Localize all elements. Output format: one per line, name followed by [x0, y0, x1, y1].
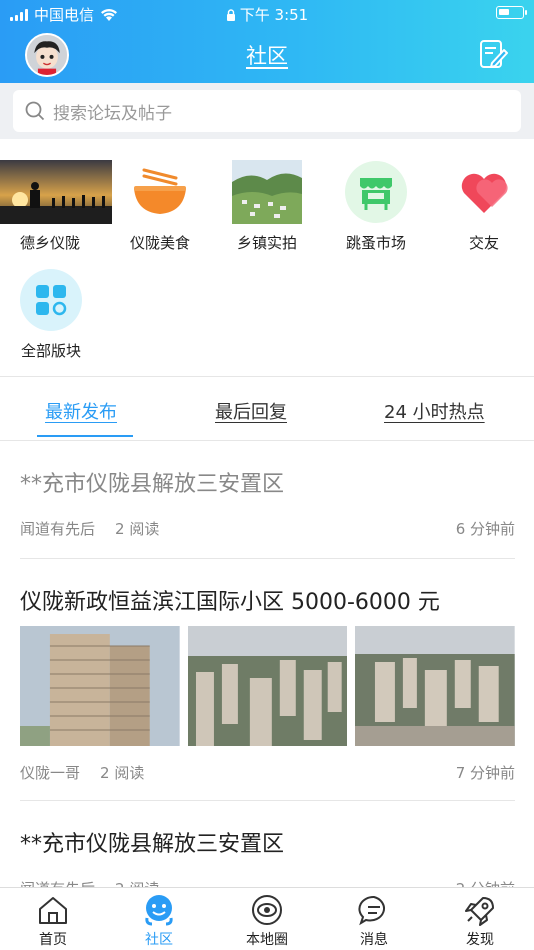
feed-tabs: 最新发布 最后回复 24 小时热点 — [0, 378, 534, 440]
category-label: 德乡仪陇 — [20, 234, 81, 252]
search-input[interactable]: 搜索论坛及帖子 — [13, 90, 521, 132]
category-towns[interactable]: 乡镇实拍 — [212, 160, 322, 253]
post-author: 闻道有先后 — [20, 520, 96, 538]
lock-icon — [226, 9, 235, 21]
post-reads: 2 阅读 — [100, 764, 145, 782]
category-food[interactable]: 仪陇美食 — [105, 160, 215, 253]
category-dexiang[interactable]: 德乡仪陇 — [0, 160, 112, 253]
hearts-icon — [449, 160, 519, 224]
search-area: 搜索论坛及帖子 — [0, 83, 534, 139]
grid-apps-icon — [16, 268, 86, 332]
post-item[interactable]: **充市仪陇县解放三安置区 闻道有先后2 阅读 2 分钟前 — [20, 826, 515, 898]
divider — [20, 558, 515, 559]
top-header: 中国电信 下午 3:51 社区 — [0, 0, 534, 83]
tab-discover[interactable]: 发现 — [440, 894, 520, 949]
post-time: 6 分钟前 — [455, 520, 515, 538]
category-dating[interactable]: 交友 — [429, 160, 534, 253]
tab-label: 发现 — [466, 932, 494, 948]
category-flea-market[interactable]: 跳蚤市场 — [321, 160, 431, 253]
market-stall-icon — [341, 160, 411, 224]
category-label: 全部版块 — [20, 342, 81, 360]
tab-24h-hot[interactable]: 24 小时热点 — [384, 398, 485, 424]
tab-label: 首页 — [39, 932, 67, 948]
post-image-aerial-1[interactable] — [187, 626, 348, 746]
status-bar: 中国电信 下午 3:51 — [0, 0, 534, 28]
post-reads: 2 阅读 — [115, 520, 160, 538]
divider — [20, 800, 515, 801]
tab-community[interactable]: 社区 — [119, 894, 199, 949]
battery-icon — [496, 6, 527, 19]
category-label: 跳蚤市场 — [345, 234, 406, 252]
clock-label: 下午 3:51 — [239, 6, 309, 24]
category-label: 交友 — [468, 234, 499, 252]
category-label: 乡镇实拍 — [236, 234, 297, 252]
community-icon — [145, 895, 173, 926]
tab-label: 本地圈 — [246, 932, 288, 948]
post-image-tower[interactable] — [20, 626, 180, 746]
tab-local-circle[interactable]: 本地圈 — [227, 894, 307, 949]
compose-icon[interactable] — [478, 38, 508, 70]
search-placeholder: 搜索论坛及帖子 — [53, 103, 172, 124]
tab-label: 社区 — [145, 932, 173, 948]
post-image-gallery — [20, 626, 516, 746]
post-time: 7 分钟前 — [455, 764, 515, 782]
post-item[interactable]: **充市仪陇县解放三安置区 闻道有先后 2 阅读 6 分钟前 — [20, 466, 515, 538]
village-photo — [232, 160, 302, 224]
divider — [0, 440, 534, 441]
rocket-icon — [465, 897, 494, 926]
search-icon — [25, 101, 45, 121]
tab-latest[interactable]: 最新发布 — [45, 398, 117, 424]
category-label: 仪陇美食 — [129, 234, 190, 252]
active-tab-indicator — [37, 435, 133, 437]
divider — [0, 376, 534, 377]
page-title: 社区 — [246, 44, 288, 68]
home-icon — [39, 897, 67, 924]
post-title: **充市仪陇县解放三安置区 — [20, 472, 285, 497]
local-circle-icon — [252, 895, 282, 925]
post-image-aerial-2[interactable] — [355, 626, 516, 746]
tab-home[interactable]: 首页 — [13, 894, 93, 949]
post-author: 仪陇一哥 — [20, 764, 81, 782]
post-meta: 闻道有先后 2 阅读 6 分钟前 — [20, 518, 515, 539]
bottom-tab-bar: 首页 社区 本地圈 消息 发现 — [0, 887, 534, 950]
category-all-sections[interactable]: 全部版块 — [0, 268, 102, 361]
message-icon — [358, 895, 385, 926]
tab-messages[interactable]: 消息 — [334, 894, 414, 949]
tab-label: 消息 — [360, 932, 388, 948]
sunset-photo — [0, 160, 112, 224]
tab-last-reply[interactable]: 最后回复 — [215, 398, 287, 424]
post-meta: 仪陇一哥 2 阅读 7 分钟前 — [20, 762, 515, 783]
post-item[interactable]: 仪陇新政恒益滨江国际小区 5000-6000 元 — [20, 584, 515, 616]
post-title: **充市仪陇县解放三安置区 — [20, 832, 285, 857]
noodle-bowl-icon — [125, 160, 195, 224]
post-title: 仪陇新政恒益滨江国际小区 5000-6000 元 — [20, 590, 440, 615]
